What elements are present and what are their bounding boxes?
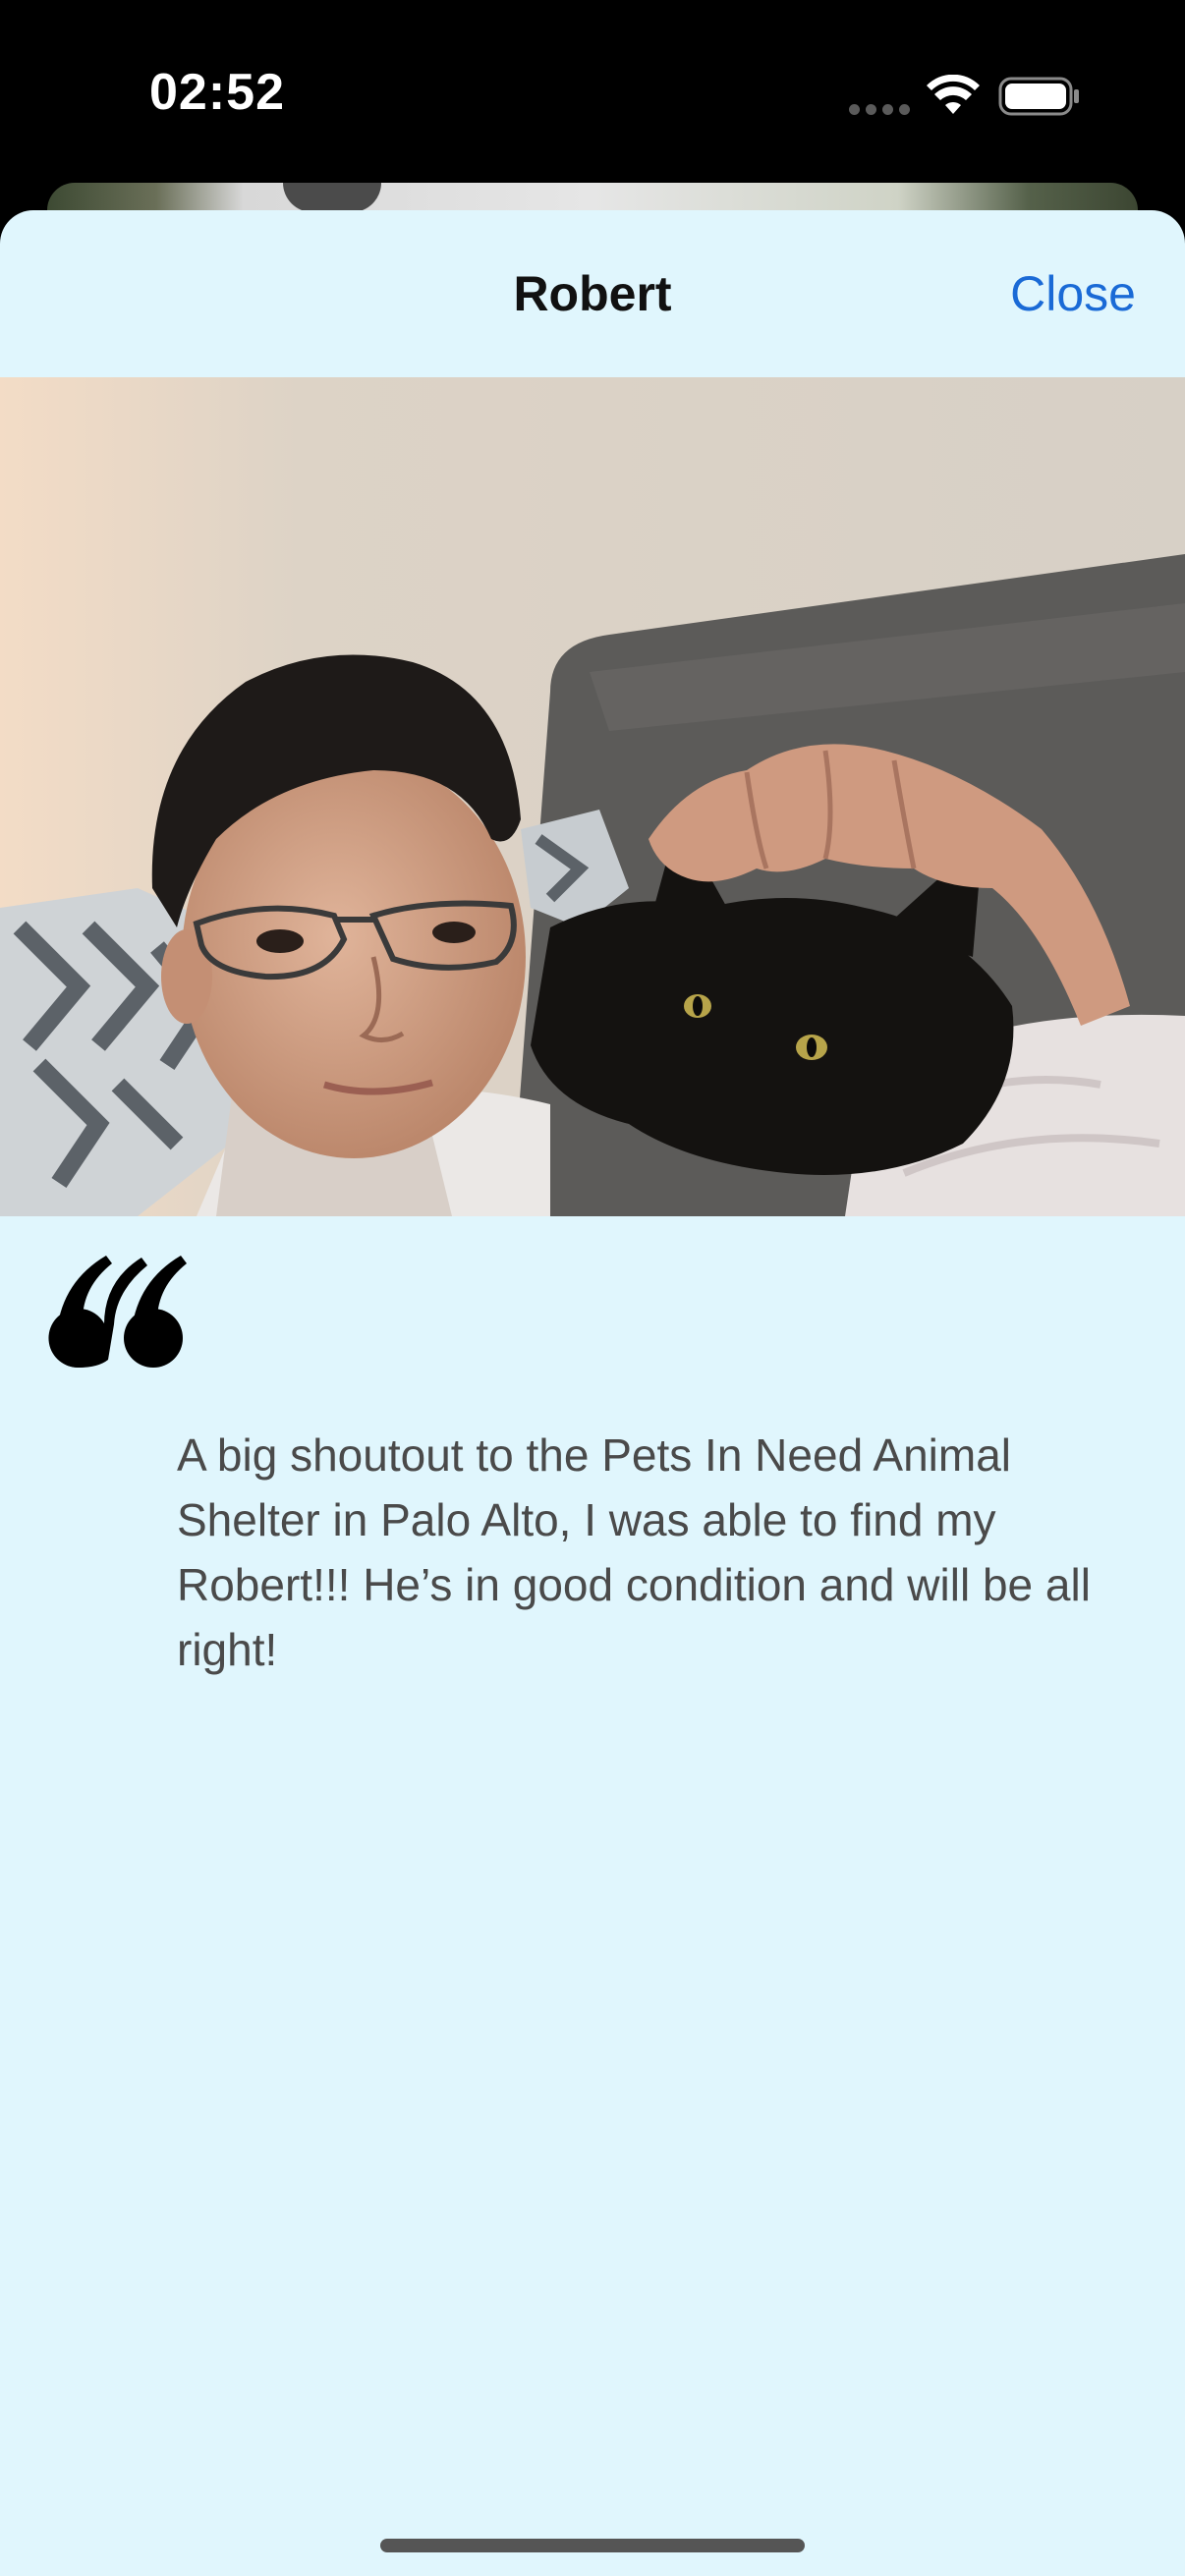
battery-icon <box>998 77 1079 116</box>
screen: 02:52 Robert Close A big shoutout to the… <box>0 0 1185 2576</box>
carousel-photo <box>0 377 1185 1216</box>
photo-carousel[interactable] <box>0 377 1185 1216</box>
detail-sheet: Robert Close A big shoutout to the Pets … <box>0 210 1185 2576</box>
nav-bar: Robert Close <box>0 210 1185 377</box>
status-bar: 02:52 <box>0 0 1185 187</box>
sheet-title: Robert <box>513 266 672 321</box>
home-indicator[interactable] <box>380 2539 805 2552</box>
quote-icon <box>48 1256 187 1369</box>
status-time: 02:52 <box>149 64 285 121</box>
wifi-icon <box>927 75 980 114</box>
testimonial-text: A big shoutout to the Pets In Need Anima… <box>177 1429 1091 1675</box>
cellular-dots-icon <box>849 104 910 115</box>
close-button[interactable]: Close <box>1010 265 1136 322</box>
